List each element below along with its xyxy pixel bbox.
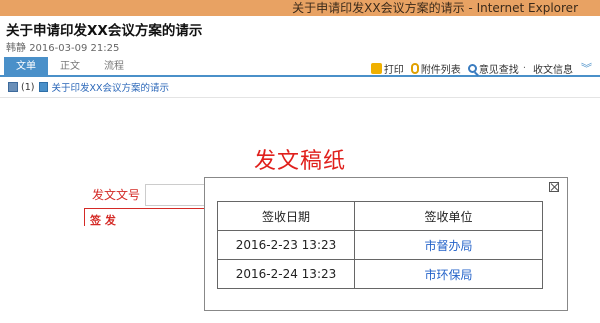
- toolbar: 打印 附件列表 意见查找 · 收文信息 ︾: [364, 60, 592, 76]
- doc-number-label: 发文文号: [92, 188, 141, 202]
- table-header-row: 签收日期 签收单位: [217, 201, 543, 231]
- receipt-info-label: 收文信息: [533, 64, 573, 76]
- toolbar-separator: ·: [522, 62, 526, 74]
- form-border: [84, 208, 85, 226]
- paperclip-icon: [410, 62, 419, 74]
- chevron-down-icon[interactable]: ︾: [581, 60, 592, 76]
- table-row: 2016-2-24 13:23 市环保局: [217, 259, 543, 289]
- receipt-info-button[interactable]: 收文信息: [533, 61, 573, 76]
- print-label: 打印: [383, 64, 404, 76]
- tab-liucheng[interactable]: 流程: [92, 57, 136, 77]
- page-title: 关于申请印发XX会议方案的请示: [6, 23, 203, 39]
- document-meta: 韩静 2016-03-09 21:25: [6, 39, 119, 54]
- document-author: 韩静: [6, 43, 26, 54]
- print-button[interactable]: 打印: [370, 61, 404, 76]
- document-date: 2016-03-09 21:25: [29, 43, 120, 54]
- search-icon: [467, 63, 477, 73]
- receipt-unit[interactable]: 市环保局: [354, 259, 543, 289]
- form-heading: 发文稿纸: [253, 149, 346, 174]
- receipt-date: 2016-2-23 13:23: [217, 230, 355, 260]
- document-icon: [39, 82, 49, 92]
- receipt-popup: 签收日期 签收单位 2016-2-23 13:23 市督办局 2016-2-24…: [204, 177, 568, 311]
- doc-number-input[interactable]: [145, 184, 205, 206]
- divider: [0, 97, 600, 98]
- attachment-list-icon: [8, 82, 18, 92]
- sign-label: 签 发: [90, 214, 116, 227]
- tab-wendan[interactable]: 文单: [4, 57, 48, 77]
- table-row: 2016-2-23 13:23 市督办局: [217, 230, 543, 260]
- receipt-date: 2016-2-24 13:23: [217, 259, 355, 289]
- opinion-search-button[interactable]: 意见查找: [467, 61, 519, 76]
- window-title: 关于申请印发XX会议方案的请示 - Internet Explorer: [292, 1, 578, 15]
- window-titlebar: 关于申请印发XX会议方案的请示 - Internet Explorer: [0, 0, 600, 16]
- attachments-label: 附件列表: [420, 64, 461, 76]
- close-icon[interactable]: [549, 182, 559, 192]
- attachment-count: (1): [21, 81, 35, 93]
- tab-zhengwen[interactable]: 正文: [48, 57, 92, 77]
- attachment-link[interactable]: 关于印发XX会议方案的请示: [51, 80, 169, 94]
- attachments-button[interactable]: 附件列表: [410, 61, 461, 76]
- header-receipt-unit: 签收单位: [354, 201, 543, 231]
- receipt-table: 签收日期 签收单位 2016-2-23 13:23 市督办局 2016-2-24…: [217, 201, 543, 289]
- attachment-row: (1) 关于印发XX会议方案的请示: [8, 80, 169, 94]
- form-divider: [84, 208, 206, 209]
- header-receipt-date: 签收日期: [217, 201, 355, 231]
- receipt-unit[interactable]: 市督办局: [354, 230, 543, 260]
- printer-icon: [370, 62, 382, 74]
- opinion-search-label: 意见查找: [478, 64, 519, 76]
